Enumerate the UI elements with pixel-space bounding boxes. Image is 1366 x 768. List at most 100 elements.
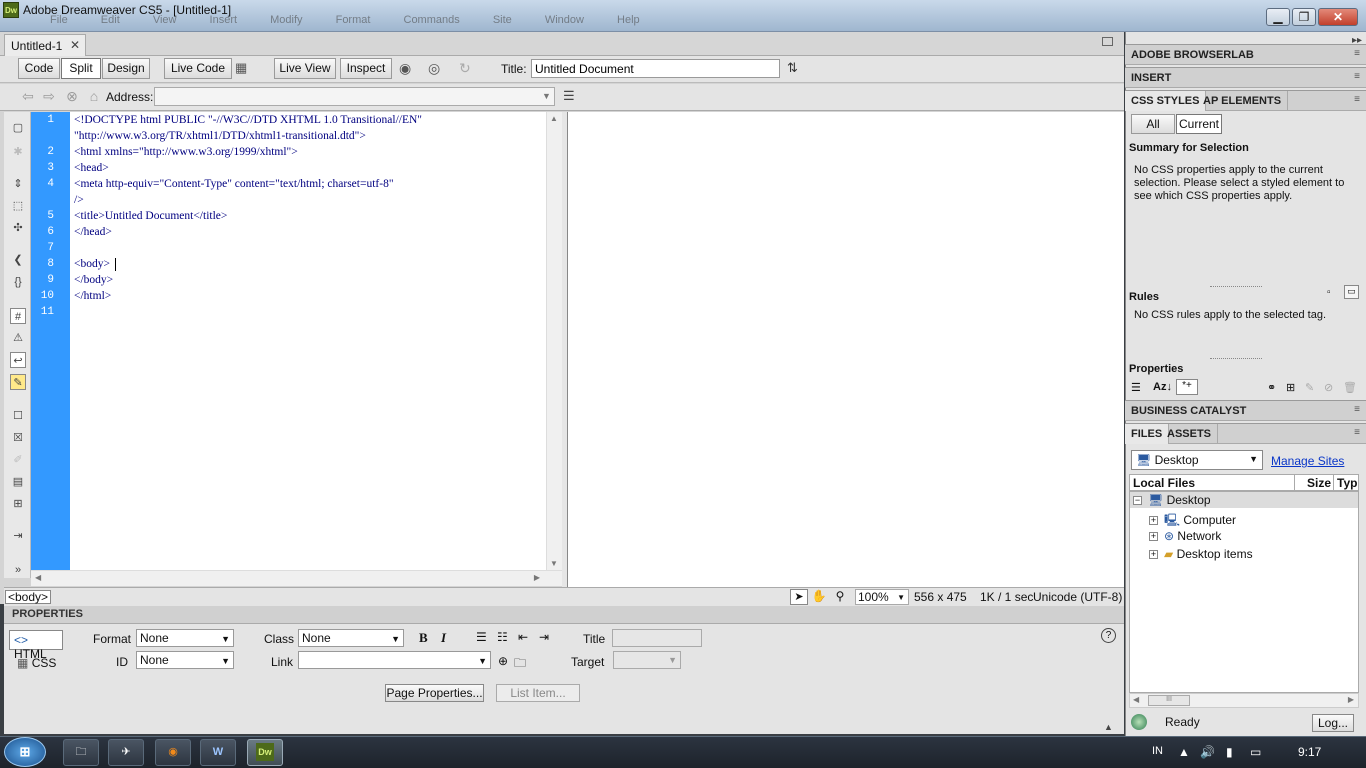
zoom-tool-icon[interactable]: ⚲ — [832, 589, 848, 605]
attach-stylesheet-icon[interactable]: ⚭ — [1267, 381, 1276, 394]
expand-icon[interactable]: + — [1149, 532, 1158, 542]
hand-tool-icon[interactable]: ✋ — [811, 589, 827, 605]
site-select[interactable]: 🖥 Desktop ▼ — [1131, 450, 1263, 470]
move-css-icon[interactable]: ⊞ — [10, 496, 26, 512]
unordered-list-icon[interactable]: ☰ — [476, 630, 487, 644]
word-wrap-icon[interactable]: ↩ — [10, 352, 26, 368]
bold-icon[interactable]: B — [419, 630, 428, 646]
tab-assets[interactable]: ASSETS — [1161, 424, 1219, 444]
ordered-list-icon[interactable]: ☷ — [497, 630, 508, 644]
list-item-button[interactable]: List Item... — [496, 684, 580, 702]
menu-site[interactable]: Site — [493, 14, 512, 26]
business-catalyst-header[interactable]: BUSINESS CATALYST ≡ — [1125, 400, 1366, 421]
menu-help[interactable]: Help — [617, 14, 640, 26]
show-info-icon[interactable]: ▭ — [1344, 285, 1359, 299]
forward-icon[interactable]: ⇨ — [41, 88, 57, 104]
maximize-button[interactable]: ❐ — [1292, 8, 1316, 26]
recent-snippets-icon[interactable]: ▤ — [10, 474, 26, 490]
alphabetical-view-icon[interactable]: Az↓ — [1153, 381, 1172, 393]
set-properties-icon[interactable]: *+ — [1176, 379, 1198, 395]
resize-handle[interactable] — [1210, 286, 1262, 288]
delete-icon[interactable]: 🗑 — [1343, 381, 1357, 394]
collapse-full-tag-icon[interactable]: ⇕ — [10, 176, 26, 192]
split-view-button[interactable]: Split — [61, 58, 101, 79]
word-taskbar-icon[interactable]: W — [200, 739, 236, 766]
show-cascade-icon[interactable]: ▫ — [1327, 287, 1331, 298]
panel-menu-icon[interactable]: ≡ — [1354, 71, 1360, 82]
document-title-input[interactable] — [531, 59, 780, 78]
refresh-icon[interactable]: ↻ — [459, 60, 477, 78]
panel-menu-icon[interactable]: ≡ — [1354, 48, 1360, 59]
document-tab[interactable]: Untitled-1 ✕ — [4, 34, 86, 56]
minimize-button[interactable]: ▁ — [1266, 8, 1290, 26]
inspect-button[interactable]: Inspect — [340, 58, 392, 79]
clock[interactable]: 9:17 — [1298, 745, 1321, 759]
stop-icon[interactable]: ⊗ — [64, 88, 80, 104]
live-code-button[interactable]: Live Code — [164, 58, 232, 79]
column-size[interactable]: Size — [1307, 476, 1331, 490]
help-icon[interactable]: ? — [1101, 628, 1116, 643]
start-button[interactable]: ⊞ — [4, 737, 46, 767]
expand-all-icon[interactable]: ✣ — [10, 220, 26, 236]
category-view-icon[interactable]: ☰ — [1131, 381, 1141, 394]
indent-code-icon[interactable]: ⇥ — [10, 528, 26, 544]
live-view-button[interactable]: Live View — [274, 58, 336, 79]
show-hidden-icons-icon[interactable]: ▲ — [1178, 745, 1190, 759]
tag-selector[interactable]: <body> — [5, 590, 52, 604]
menu-view[interactable]: View — [153, 14, 177, 26]
expand-panel-icon[interactable]: ▲ — [1104, 722, 1113, 732]
address-input[interactable] — [154, 87, 555, 106]
wrap-tag-icon[interactable]: ✐ — [10, 452, 26, 468]
design-view[interactable] — [567, 112, 1124, 587]
indent-icon[interactable]: ⇥ — [539, 630, 549, 644]
column-type[interactable]: Typ — [1337, 476, 1357, 490]
menu-format[interactable]: Format — [336, 14, 371, 26]
home-icon[interactable]: ⌂ — [86, 88, 102, 104]
balance-braces-icon[interactable]: {} — [10, 274, 26, 290]
page-properties-button[interactable]: Page Properties... — [385, 684, 484, 702]
menu-insert[interactable]: Insert — [210, 14, 238, 26]
current-button[interactable]: Current — [1176, 114, 1222, 134]
apply-comment-icon[interactable]: ☐ — [10, 408, 26, 424]
select-tool-icon[interactable]: ➤ — [790, 589, 808, 605]
syntax-coloring-icon[interactable]: ✎ — [10, 374, 26, 390]
tab-css-styles[interactable]: CSS STYLES — [1125, 91, 1207, 111]
menu-modify[interactable]: Modify — [270, 14, 302, 26]
open-documents-icon[interactable]: ▢ — [10, 120, 26, 136]
code-horizontal-scrollbar[interactable]: ◀ ▶ — [31, 570, 562, 586]
tree-item-desktop[interactable]: − 🖥 Desktop — [1133, 493, 1211, 507]
menu-commands[interactable]: Commands — [404, 14, 460, 26]
check-page-icon[interactable]: ▦ — [235, 60, 259, 78]
zoom-select[interactable]: 100% ▼ — [855, 589, 909, 605]
expand-icon[interactable]: + — [1149, 516, 1158, 526]
insert-panel-header[interactable]: INSERT ≡ — [1125, 67, 1366, 88]
volume-icon[interactable]: 🔊 — [1200, 745, 1215, 759]
preview-browser-icon[interactable]: ◉ — [399, 60, 421, 78]
edit-rule-icon[interactable]: ✎ — [1305, 381, 1314, 394]
tree-item-desktop-items[interactable]: + ▰ Desktop items — [1149, 547, 1253, 561]
link-input[interactable]: ▼ — [298, 651, 491, 669]
log-button[interactable]: Log... — [1312, 714, 1354, 732]
properties-header[interactable]: PROPERTIES — [4, 606, 1124, 624]
network-tray-icon[interactable]: ▭ — [1250, 745, 1261, 759]
menu-window[interactable]: Window — [545, 14, 584, 26]
all-button[interactable]: All — [1131, 114, 1175, 134]
manage-sites-link[interactable]: Manage Sites — [1271, 454, 1344, 468]
outdent-icon[interactable]: ⇤ — [518, 630, 528, 644]
resize-handle[interactable] — [1210, 358, 1262, 360]
select-parent-tag-icon[interactable]: ❮ — [10, 252, 26, 268]
remove-comment-icon[interactable]: ☒ — [10, 430, 26, 446]
more-tools-icon[interactable]: » — [10, 562, 26, 578]
window-size[interactable]: 556 x 475 — [914, 590, 967, 604]
css-mode-button[interactable]: ▦ CSS — [13, 654, 67, 672]
visual-aids-icon[interactable]: ◎ — [428, 60, 450, 78]
file-management-icon[interactable]: ⇅ — [787, 60, 809, 78]
restore-doc-icon[interactable] — [1102, 37, 1113, 46]
expand-icon[interactable]: + — [1149, 550, 1158, 560]
back-icon[interactable]: ⇦ — [20, 88, 36, 104]
browse-folder-icon[interactable]: 🗀 — [514, 654, 526, 675]
line-numbers-icon[interactable]: # — [10, 308, 26, 324]
design-view-button[interactable]: Design — [102, 58, 150, 79]
close-button[interactable]: ✕ — [1318, 8, 1358, 26]
code-view-button[interactable]: Code — [18, 58, 60, 79]
